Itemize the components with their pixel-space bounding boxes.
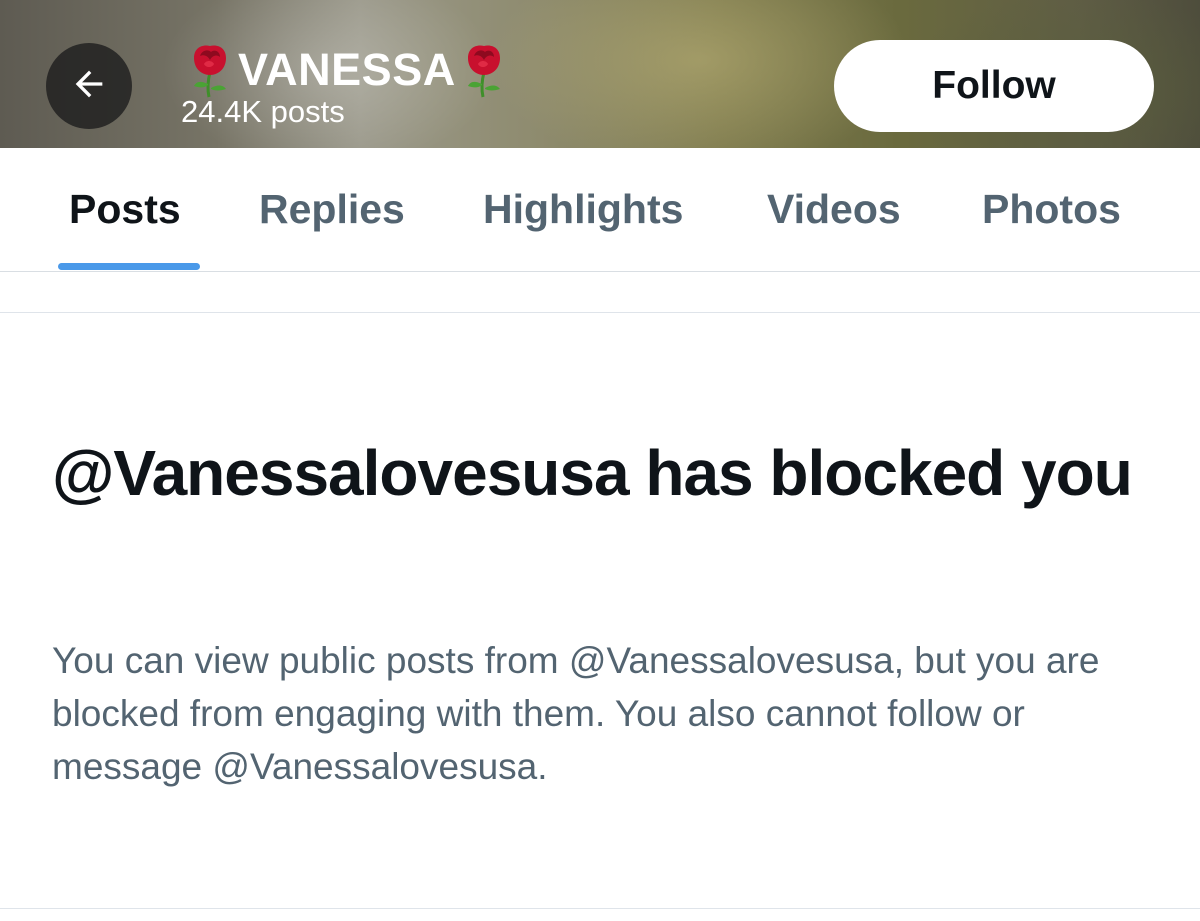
tab-posts[interactable]: Posts bbox=[69, 186, 181, 233]
blocked-title: @Vanessalovesusa has blocked you bbox=[52, 437, 1133, 509]
post-count: 24.4K posts bbox=[181, 94, 345, 129]
blocked-description: You can view public posts from @Vanessal… bbox=[52, 640, 1100, 787]
profile-tabs: Posts Replies Highlights Videos Photos bbox=[0, 148, 1200, 272]
tab-highlights[interactable]: Highlights bbox=[483, 186, 683, 233]
content-divider bbox=[0, 312, 1200, 313]
tab-videos[interactable]: Videos bbox=[767, 186, 901, 233]
rose-icon bbox=[460, 42, 508, 98]
profile-name-text: VANESSA bbox=[238, 44, 456, 95]
rose-icon bbox=[186, 42, 234, 98]
follow-button[interactable]: Follow bbox=[834, 40, 1154, 132]
arrow-left-icon bbox=[69, 64, 109, 109]
tab-replies[interactable]: Replies bbox=[259, 186, 405, 233]
profile-display-name: VANESSA bbox=[186, 42, 508, 98]
profile-header-banner: VANESSA 24.4K posts Follow bbox=[0, 0, 1200, 148]
back-button[interactable] bbox=[46, 43, 132, 129]
profile-page: VANESSA 24.4K posts Follow Posts Replies… bbox=[0, 0, 1200, 921]
active-tab-indicator bbox=[58, 263, 200, 270]
tab-photos[interactable]: Photos bbox=[982, 186, 1121, 233]
bottom-divider bbox=[0, 908, 1200, 909]
